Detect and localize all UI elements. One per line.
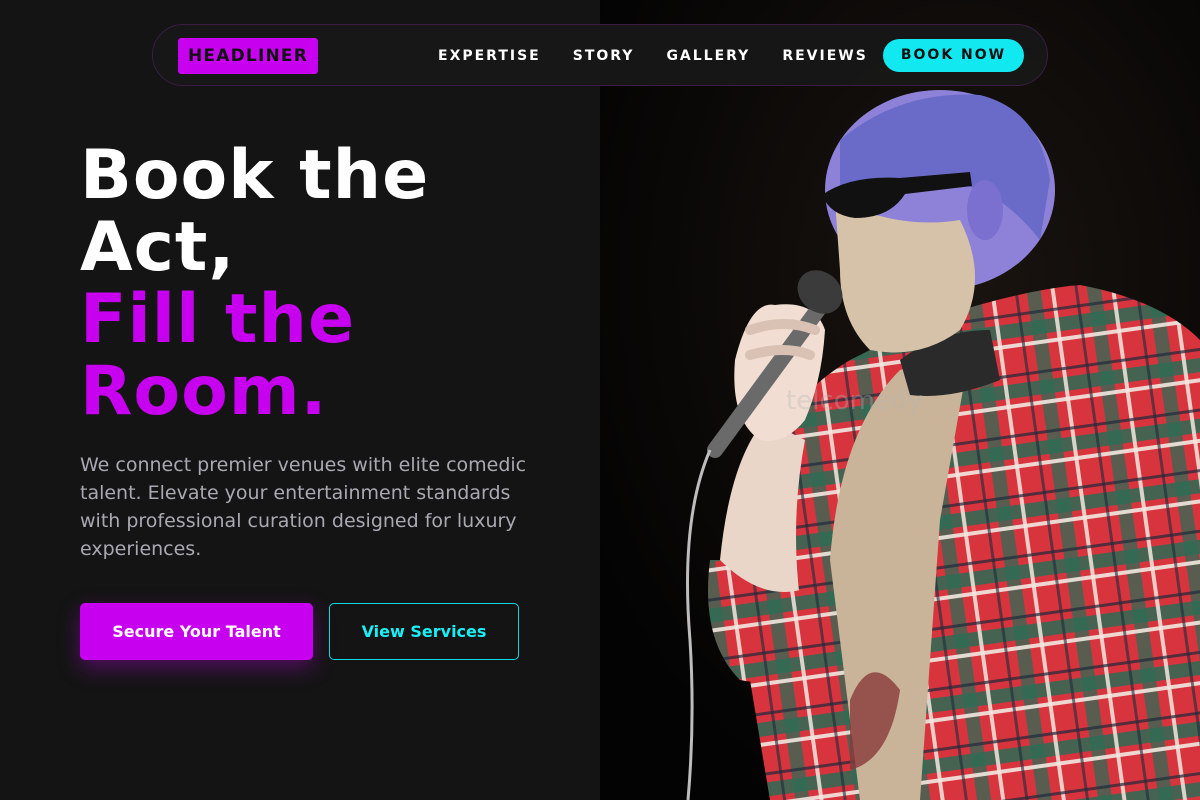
headline-line-1: Book the (80, 136, 430, 215)
nav-link-reviews[interactable]: REVIEWS (782, 48, 867, 64)
secure-talent-button[interactable]: Secure Your Talent (80, 603, 313, 660)
headline-accent-line-1: Fill the (80, 280, 356, 359)
headline-accent-line-2: Room. (80, 352, 328, 431)
nav-link-gallery[interactable]: GALLERY (666, 48, 750, 64)
nav-links: EXPERTISE STORY GALLERY REVIEWS (438, 25, 900, 87)
hero-headline: Book the Act, Fill the Room. (80, 140, 429, 428)
brand-logo[interactable]: HEADLINER (178, 38, 318, 74)
headline-line-2: Act, (80, 208, 236, 287)
view-services-button[interactable]: View Services (329, 603, 519, 660)
main-navigation: HEADLINER EXPERTISE STORY GALLERY REVIEW… (152, 24, 1048, 86)
photo-watermark: telcomedy (786, 386, 923, 416)
book-now-button[interactable]: BOOK NOW (883, 39, 1024, 72)
nav-link-expertise[interactable]: EXPERTISE (438, 48, 541, 64)
nav-link-story[interactable]: STORY (573, 48, 635, 64)
hero-description: We connect premier venues with elite com… (80, 454, 527, 560)
